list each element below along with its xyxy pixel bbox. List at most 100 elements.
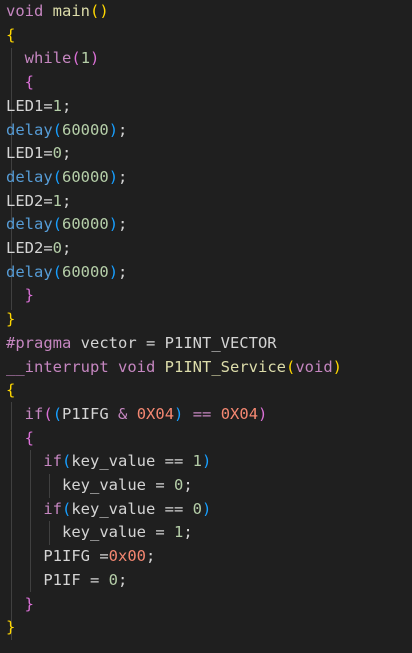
code-token: = xyxy=(80,570,109,589)
code-token: { xyxy=(6,25,16,44)
code-token: } xyxy=(24,594,35,613)
code-token: ; xyxy=(146,547,156,566)
code-line[interactable]: delay(60000); xyxy=(6,213,127,237)
code-token: 1 xyxy=(80,49,91,68)
code-line[interactable]: P1IFG =0x00; xyxy=(6,545,155,569)
code-token: ( xyxy=(52,120,63,139)
code-line[interactable]: LED1=0; xyxy=(6,142,71,166)
code-token: key_value xyxy=(71,499,156,518)
code-token: ; xyxy=(118,167,128,186)
code-token: P1INT_Service xyxy=(164,357,286,376)
code-token: ) xyxy=(108,262,119,281)
code-line[interactable]: #pragma vector = P1INT_VECTOR xyxy=(6,332,277,356)
code-token: ) xyxy=(108,120,119,139)
code-token: key_value xyxy=(62,523,146,542)
code-line[interactable]: key_value = 0; xyxy=(6,474,193,498)
code-token: ( xyxy=(62,499,72,518)
code-token: 60000 xyxy=(62,215,109,234)
code-line[interactable]: if(key_value == 1) xyxy=(6,450,211,474)
code-line[interactable]: if((P1IFG & 0X04) == 0X04) xyxy=(6,403,268,427)
code-token: = xyxy=(43,239,53,257)
code-token: { xyxy=(6,381,16,400)
code-editor[interactable]: void main(){ while(1) {LED1=1; delay(6000… xyxy=(0,0,412,653)
code-token: ( xyxy=(62,452,72,471)
code-token: 0 xyxy=(52,239,63,257)
code-token: 0 xyxy=(174,476,184,494)
code-token: } xyxy=(6,310,16,329)
code-token: vector = xyxy=(71,333,165,352)
code-line[interactable]: } xyxy=(6,284,34,308)
code-token: 1 xyxy=(52,96,63,115)
code-line[interactable]: LED1=1; xyxy=(6,95,71,119)
code-token: LED2 xyxy=(6,191,44,210)
code-token: P1IF xyxy=(43,570,81,589)
code-line[interactable]: } xyxy=(6,308,15,332)
code-token: 0X04 xyxy=(136,404,175,423)
code-line[interactable]: P1IF = 0; xyxy=(6,569,127,593)
code-token: if xyxy=(24,404,44,423)
code-token: 60000 xyxy=(62,167,109,186)
code-line[interactable]: { xyxy=(6,24,15,48)
code-line[interactable]: { xyxy=(6,71,34,95)
code-line[interactable]: } xyxy=(6,593,34,617)
code-line[interactable]: __interrupt void P1INT_Service(void) xyxy=(6,356,342,380)
code-token: 1 xyxy=(192,452,203,471)
code-token: ( xyxy=(71,49,81,68)
code-token: = xyxy=(43,96,53,115)
code-token: ) xyxy=(108,167,119,186)
code-token: delay xyxy=(6,167,53,186)
code-line[interactable]: { xyxy=(6,427,34,451)
code-token: ; xyxy=(183,523,193,542)
code-token: ) xyxy=(332,357,343,376)
code-token: ) xyxy=(108,215,119,234)
code-token: 1 xyxy=(52,191,63,210)
code-token: ( xyxy=(43,404,53,423)
code-token: ) xyxy=(202,499,212,518)
code-line[interactable]: delay(60000); xyxy=(6,166,127,190)
code-line[interactable]: while(1) xyxy=(6,47,100,71)
code-token: ) xyxy=(258,404,268,423)
code-token: LED1 xyxy=(6,144,44,163)
code-line[interactable]: { xyxy=(6,379,15,403)
code-token: ; xyxy=(118,215,128,234)
code-token: = xyxy=(43,191,53,210)
code-line[interactable]: key_value = 1; xyxy=(6,521,193,545)
code-token: = xyxy=(146,476,174,494)
code-line[interactable]: } xyxy=(6,616,15,640)
code-token: LED1 xyxy=(6,96,44,115)
code-line[interactable]: void main() xyxy=(6,0,109,24)
code-token: 0X04 xyxy=(220,404,259,423)
code-token: void xyxy=(118,357,156,376)
code-token: ( xyxy=(52,404,63,423)
code-token: } xyxy=(24,286,35,305)
code-token: __interrupt xyxy=(6,357,109,376)
code-token: #pragma xyxy=(6,333,72,352)
code-token: == xyxy=(183,404,221,423)
code-line[interactable]: if(key_value == 0) xyxy=(6,498,211,522)
code-token: ) xyxy=(202,452,212,471)
code-token: ( xyxy=(286,357,296,376)
code-token: ( xyxy=(52,262,63,281)
code-line[interactable]: delay(60000); xyxy=(6,119,127,143)
code-token: ) xyxy=(174,404,184,423)
code-line[interactable]: LED2=0; xyxy=(6,237,71,261)
code-token: LED2 xyxy=(6,239,44,257)
code-token: ; xyxy=(62,239,72,257)
code-token: 0 xyxy=(52,144,63,163)
code-line[interactable]: LED2=1; xyxy=(6,190,71,214)
code-line[interactable]: delay(60000); xyxy=(6,261,127,285)
code-token: P1IFG xyxy=(62,404,109,423)
